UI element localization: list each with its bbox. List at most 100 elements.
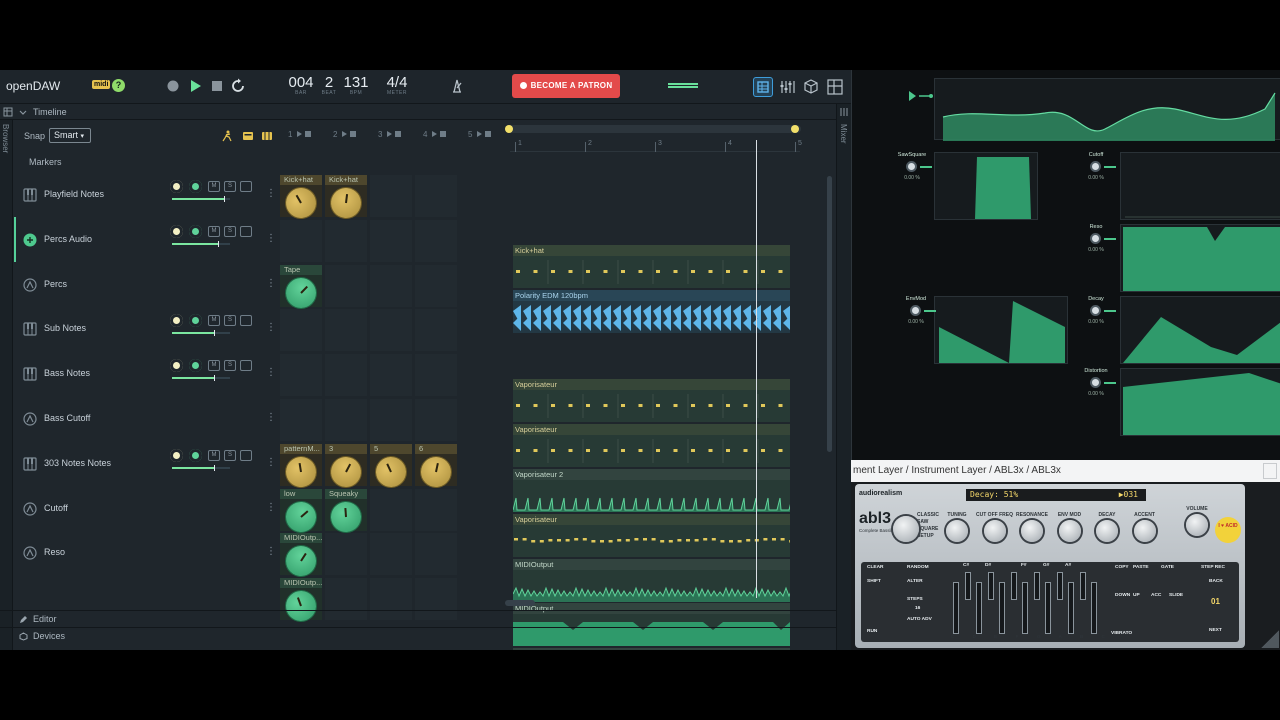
scene-toggle-icon[interactable] [261, 130, 273, 142]
clip-slot[interactable] [325, 219, 367, 262]
track-header[interactable]: Cutoff ⋮ [14, 486, 280, 531]
clip-slot[interactable] [370, 488, 412, 531]
clip-play-knob[interactable] [371, 451, 411, 492]
clip[interactable]: 6 [415, 443, 457, 490]
envmod-lane[interactable] [934, 296, 1068, 364]
param-output-icon[interactable] [1104, 238, 1116, 240]
volume-handle[interactable] [214, 375, 215, 382]
seq-button-label[interactable]: AUTO ADV [907, 617, 932, 622]
param-output-icon[interactable] [1104, 166, 1116, 168]
region[interactable]: MIDIOutput [513, 648, 790, 650]
seq-button-label[interactable]: ALTER [907, 579, 923, 584]
mute-button[interactable]: M [208, 225, 220, 237]
monitor-button[interactable] [189, 180, 202, 193]
tab-mixer[interactable] [777, 77, 797, 97]
clip-slot[interactable] [415, 488, 457, 531]
volume-handle[interactable] [218, 240, 219, 247]
step-slider[interactable] [1045, 582, 1051, 634]
step-slider[interactable] [1033, 572, 1040, 600]
clip[interactable]: Squeaky [325, 488, 367, 533]
mute-button[interactable]: M [208, 449, 220, 461]
track-header[interactable]: Percs Audio M S ⋮ [14, 216, 280, 262]
clip-slot[interactable] [415, 533, 457, 576]
region[interactable]: Vaporisateur [513, 379, 790, 423]
seq-button-label[interactable]: GATE [1161, 565, 1174, 570]
track-name[interactable]: Reso [44, 547, 65, 557]
synth-knob[interactable] [1021, 520, 1043, 542]
clip-slot[interactable] [325, 533, 367, 576]
clip-play-knob[interactable] [329, 500, 363, 533]
clip[interactable]: Kick+hat [325, 175, 367, 220]
clip-slot[interactable] [370, 264, 412, 307]
step-slider[interactable] [1010, 572, 1017, 600]
seq-button-label[interactable]: RUN [867, 629, 877, 634]
clip-slot[interactable] [370, 219, 412, 262]
mute-button[interactable]: M [208, 315, 220, 327]
tab-devices[interactable] [801, 77, 821, 97]
seq-button-label[interactable]: CLEAR [867, 565, 884, 570]
seq-button-label[interactable]: BACK [1209, 579, 1223, 584]
param-output-icon[interactable] [924, 310, 936, 312]
volume-handle[interactable] [214, 330, 215, 337]
clip[interactable]: 3 [325, 443, 367, 493]
midi-badge[interactable]: midi [92, 80, 111, 89]
step-slider[interactable] [987, 572, 994, 600]
scene-launch-button[interactable]: 1 [288, 130, 292, 139]
clip-play-knob[interactable] [280, 182, 322, 224]
snap-select[interactable]: Smart ▾ [49, 128, 91, 143]
waveform-option[interactable]: CLASSIC [917, 512, 939, 518]
track-name[interactable]: Bass Cutoff [44, 413, 90, 423]
volume-handle[interactable] [224, 196, 225, 202]
track-name[interactable]: Bass Notes [44, 368, 90, 378]
record-button[interactable] [165, 78, 181, 94]
region[interactable]: Kick+hat [513, 245, 790, 288]
seq-button-label[interactable]: STEP REC [1201, 565, 1225, 570]
track-menu-icon[interactable]: ⋮ [266, 278, 276, 289]
devices-label[interactable]: Devices [33, 631, 65, 641]
clip-slot[interactable] [415, 264, 457, 307]
synth-knob[interactable] [1186, 514, 1208, 536]
clip[interactable]: Tape [279, 264, 323, 314]
stop-button[interactable] [209, 78, 225, 94]
loop-start-handle[interactable] [505, 125, 513, 133]
track-name[interactable]: Percs [44, 279, 67, 289]
power-button[interactable] [170, 448, 183, 462]
monitor-button[interactable] [189, 448, 202, 462]
seq-button-label[interactable]: VIBRATO [1111, 631, 1132, 636]
synth-knob[interactable] [946, 520, 968, 542]
clip-slot[interactable] [280, 219, 322, 262]
clip-slot[interactable] [415, 399, 457, 441]
region[interactable]: Vaporisateur 2 [513, 469, 790, 512]
step-slider[interactable] [1056, 572, 1063, 600]
clip[interactable]: patternM... [280, 443, 322, 489]
clip-slot[interactable] [370, 533, 412, 576]
monitor-button[interactable] [189, 359, 202, 373]
track-header[interactable]: Bass Cutoff ⋮ [14, 396, 280, 441]
tab-arrangement[interactable] [753, 77, 773, 97]
play-button[interactable] [187, 78, 203, 94]
reso-lane[interactable] [1120, 224, 1280, 292]
follow-playhead-icon[interactable] [221, 130, 233, 142]
step-slider[interactable] [1091, 582, 1097, 634]
mute-button[interactable]: M [208, 181, 220, 192]
solo-button[interactable]: S [224, 360, 236, 372]
meter-counter[interactable]: 4/4 METER [383, 74, 411, 96]
playhead[interactable] [756, 140, 757, 598]
become-patron-button[interactable]: BECOME A PATRON [512, 74, 620, 98]
track-header[interactable]: Reso ⋮ [14, 530, 280, 575]
mixer-toggle-icon[interactable] [839, 107, 849, 117]
clip-play-knob[interactable] [283, 454, 319, 489]
region[interactable]: Polarity EDM 120bpm [513, 289, 790, 333]
synth-knob[interactable] [1096, 520, 1118, 542]
loop-range-bar[interactable] [505, 125, 801, 133]
clip-play-knob[interactable] [325, 451, 367, 493]
clip-play-knob[interactable] [418, 454, 454, 490]
play-trigger-icon[interactable] [909, 91, 933, 101]
tab-grid[interactable] [825, 77, 845, 97]
clip-slot[interactable] [280, 354, 322, 397]
clip-slot[interactable] [280, 309, 322, 352]
track-menu-icon[interactable]: ⋮ [266, 233, 276, 244]
loop-icon[interactable] [230, 78, 246, 94]
seq-button-label[interactable]: ACC [1151, 593, 1161, 598]
seq-button-label[interactable]: RANDOM [907, 565, 929, 570]
